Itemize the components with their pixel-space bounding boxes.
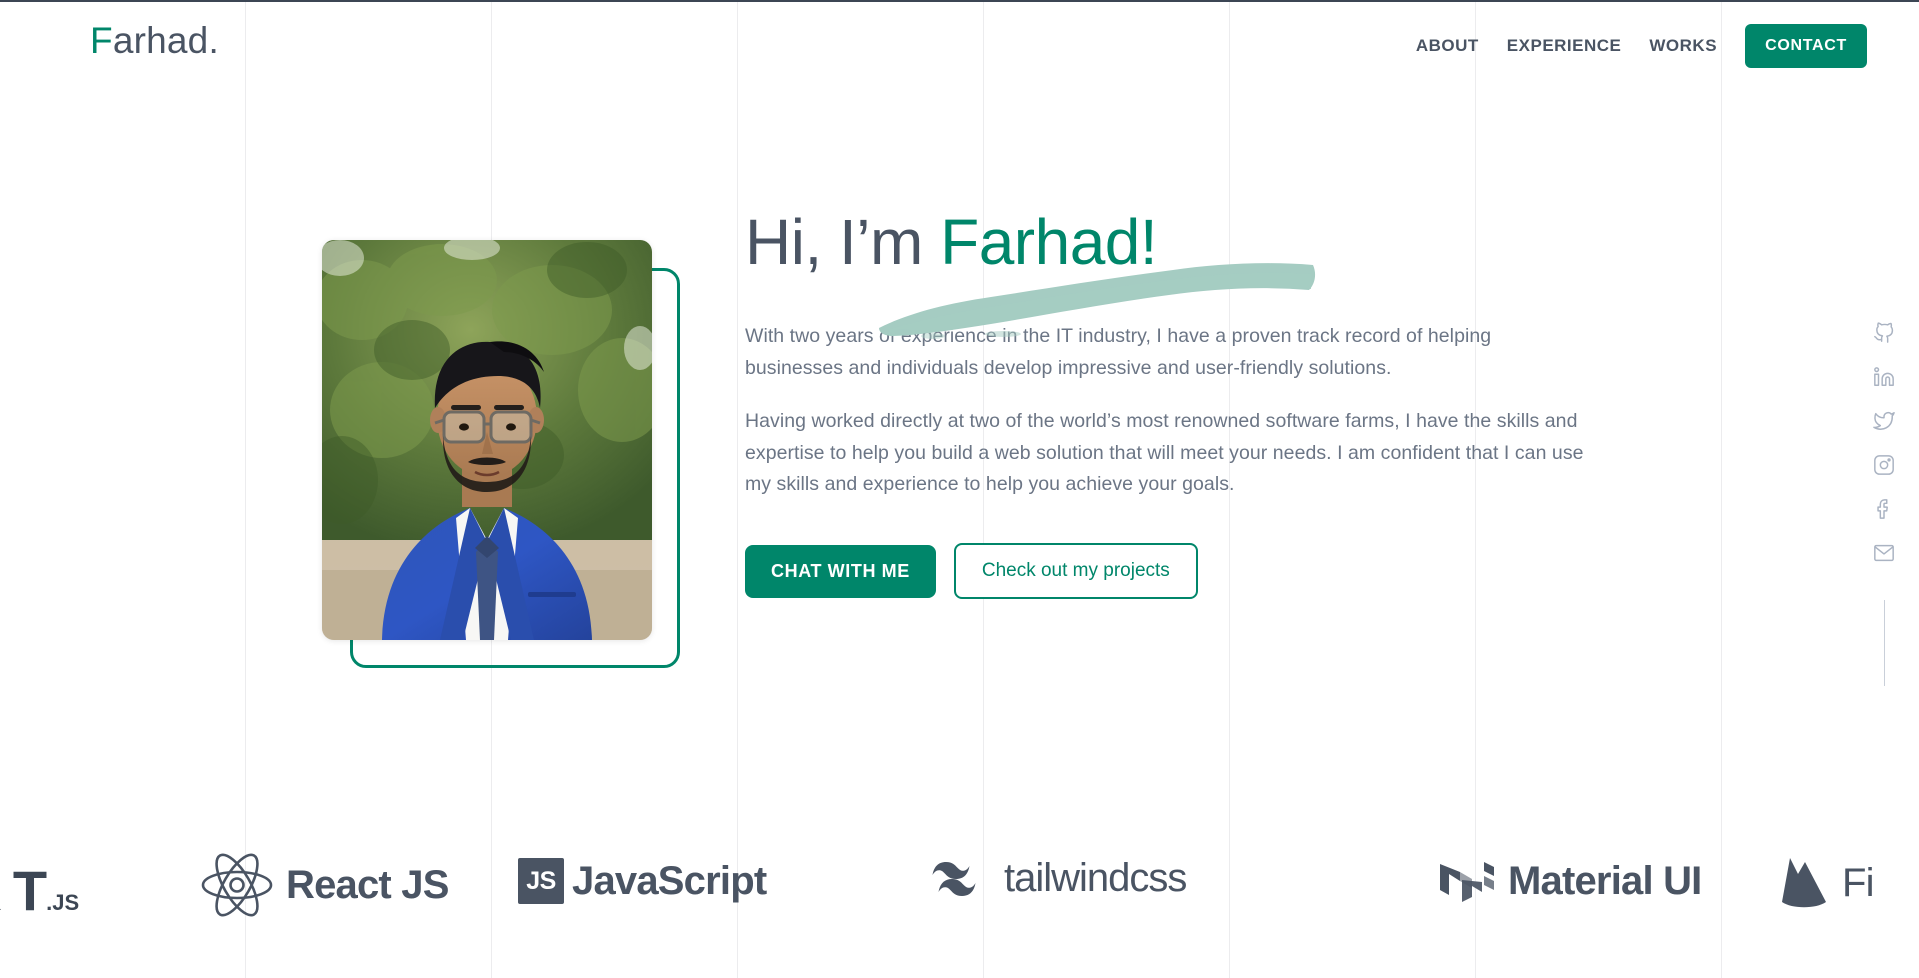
react-label: React JS [286,862,449,907]
logo-accent-letter: F [90,20,113,61]
nav-link-experience[interactable]: EXPERIENCE [1507,36,1622,56]
site-header: Farhad. ABOUT EXPERIENCE WORKS CONTACT [0,0,1919,100]
social-rail-line [1883,600,1885,686]
portrait-photo [322,240,652,640]
email-icon[interactable] [1871,540,1897,566]
javascript-icon: JS [518,858,564,904]
react-icon [200,852,274,918]
contact-button[interactable]: CONTACT [1745,24,1867,68]
instagram-icon[interactable] [1871,452,1897,478]
linkedin-icon[interactable] [1871,364,1897,390]
tech-firebase[interactable]: Fi [1778,854,1875,912]
tech-tailwindcss[interactable]: tailwindcss [930,856,1187,901]
logo-rest: arhad. [112,20,219,61]
hero-cta-row: CHAT WITH ME Check out my projects [745,543,1605,599]
portrait-block [322,240,680,668]
hero-copy: Hi, I’m Farhad! With two years of experi… [745,206,1605,599]
nextjs-icon: X T.JS [0,858,79,923]
social-rail [1849,320,1919,686]
tech-reactjs[interactable]: React JS [200,852,449,918]
top-rule [0,0,1919,2]
check-out-projects-button[interactable]: Check out my projects [953,543,1198,599]
chat-with-me-button[interactable]: CHAT WITH ME [745,544,936,598]
main-navigation: ABOUT EXPERIENCE WORKS CONTACT [1416,24,1867,68]
tech-logo-strip: X T.JS React JS JS JavaScript [0,800,1919,978]
portfolio-page: Farhad. ABOUT EXPERIENCE WORKS CONTACT H… [0,0,1919,978]
nextjs-prefix: X T [0,859,47,922]
github-icon[interactable] [1871,320,1897,346]
nav-link-works[interactable]: WORKS [1649,36,1717,56]
twitter-icon[interactable] [1871,408,1897,434]
facebook-icon[interactable] [1871,496,1897,522]
nextjs-suffix: .JS [46,890,80,915]
site-logo[interactable]: Farhad. [90,20,219,62]
materialui-icon [1438,858,1496,904]
tailwind-icon [930,860,992,898]
javascript-label: JavaScript [572,858,767,903]
page-title: Hi, I’m Farhad! [745,206,1605,339]
hero-section: Hi, I’m Farhad! With two years of experi… [0,100,1919,840]
tech-nextjs[interactable]: X T.JS [0,858,79,923]
tailwind-label: tailwindcss [1004,856,1187,900]
tech-materialui[interactable]: Material UI [1438,858,1702,904]
nav-link-about[interactable]: ABOUT [1416,36,1479,56]
hero-paragraph-1: With two years of experience in the IT i… [745,325,1492,379]
materialui-label: Material UI [1508,858,1702,903]
page-title-plain: Hi, I’m [745,206,941,278]
page-title-accent: Farhad! [940,206,1158,278]
firebase-label: Fi [1842,860,1875,905]
tech-javascript[interactable]: JS JavaScript [518,858,767,904]
firebase-icon [1778,854,1830,912]
hero-paragraph-2: Having worked directly at two of the wor… [745,410,1584,496]
